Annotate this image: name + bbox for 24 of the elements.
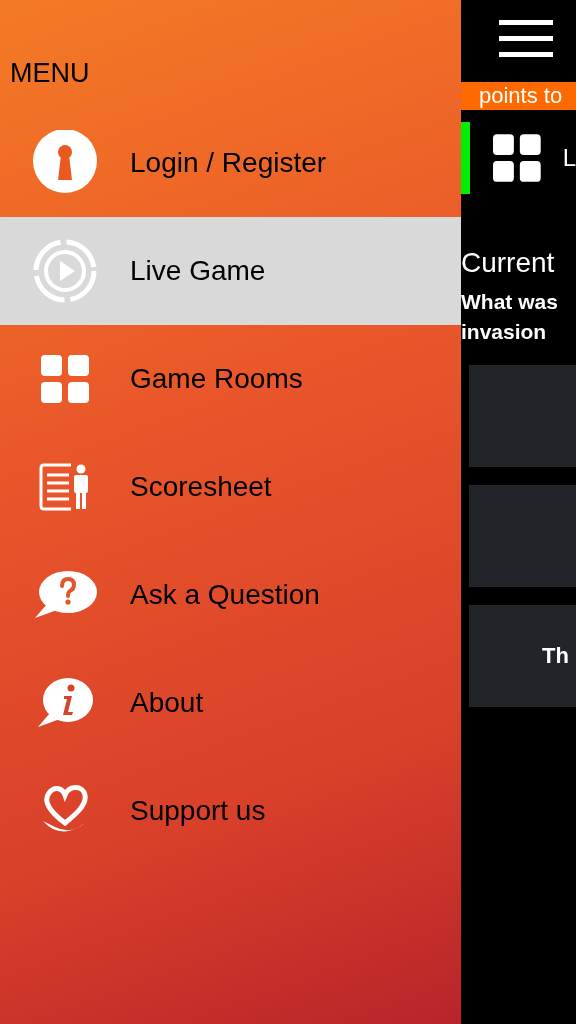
menu-item[interactable]: Game Rooms	[0, 325, 461, 433]
section-heading: Current	[461, 247, 556, 279]
room-label: L	[562, 144, 576, 172]
menu-title: MENU	[9, 57, 91, 90]
answer-button[interactable]: Th	[469, 605, 576, 707]
points-banner: points to	[461, 82, 576, 110]
menu-icon[interactable]	[499, 20, 553, 58]
menu-item[interactable]: Login / Register	[0, 109, 461, 217]
menu-item[interactable]: About	[0, 649, 461, 757]
play-icon	[33, 239, 97, 303]
menu-item[interactable]: Live Game	[0, 217, 461, 325]
keyhole-icon	[32, 130, 98, 196]
info-bubble-icon	[36, 677, 94, 729]
menu-item[interactable]: Ask a Question	[0, 541, 461, 649]
answer-button[interactable]	[469, 485, 576, 587]
grid-icon	[492, 134, 541, 182]
menu-item[interactable]: Scoresheet	[0, 433, 461, 541]
question-bubble-icon	[33, 570, 97, 620]
status-bar	[461, 122, 470, 194]
answer-button[interactable]	[469, 365, 576, 467]
menu-item[interactable]: Support us	[0, 757, 461, 865]
grid-icon	[41, 355, 89, 403]
question-text: What was invasion	[461, 289, 559, 345]
scoresheet-icon	[39, 463, 91, 511]
